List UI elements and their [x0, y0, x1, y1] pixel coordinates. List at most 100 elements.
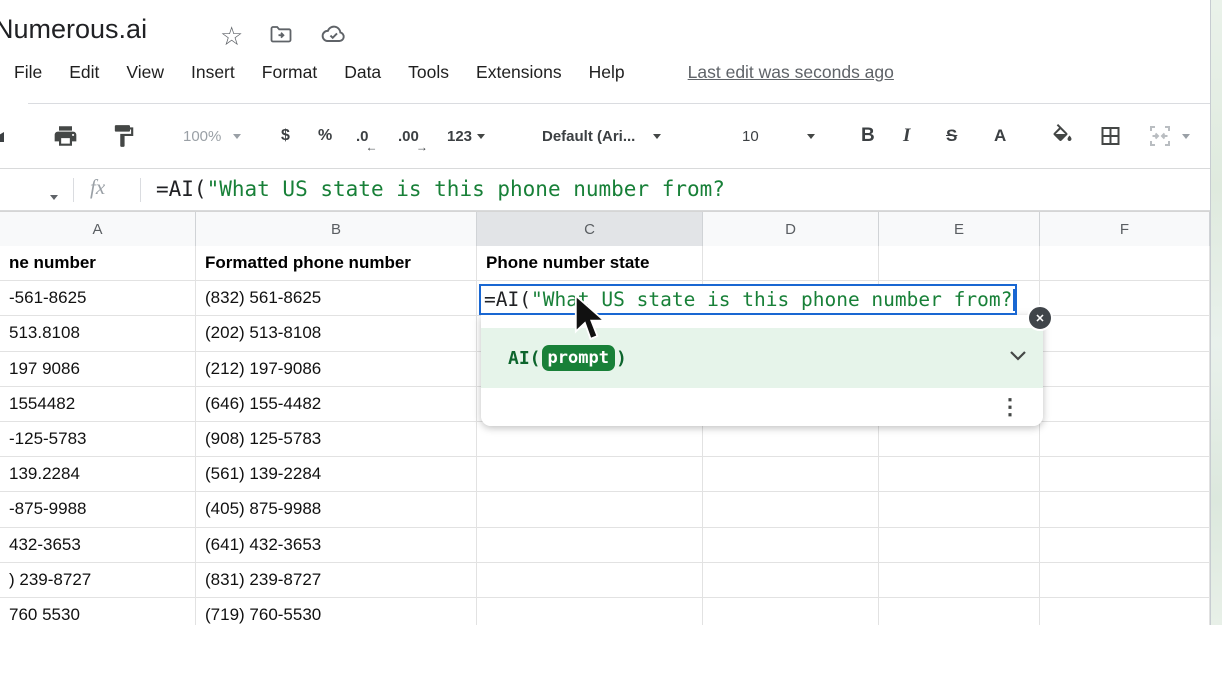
- cell[interactable]: (405) 875-9988: [196, 492, 477, 527]
- italic-button[interactable]: I: [903, 104, 910, 168]
- cell[interactable]: [1040, 528, 1210, 563]
- cell[interactable]: [477, 457, 703, 492]
- number-format-button[interactable]: 123: [447, 104, 485, 168]
- menu-data[interactable]: Data: [344, 62, 381, 83]
- cell[interactable]: ne number: [0, 246, 196, 281]
- cell[interactable]: 760 5530: [0, 598, 196, 625]
- increase-decimal-button[interactable]: .00→: [398, 104, 419, 168]
- paint-format-button[interactable]: [110, 104, 137, 168]
- column-header-e[interactable]: E: [879, 212, 1040, 247]
- cell[interactable]: [1040, 598, 1210, 625]
- cell[interactable]: [703, 457, 879, 492]
- cell[interactable]: [703, 598, 879, 625]
- bold-button[interactable]: B: [861, 104, 875, 168]
- cell[interactable]: [703, 528, 879, 563]
- menu-help[interactable]: Help: [589, 62, 625, 83]
- cell[interactable]: [1040, 246, 1210, 281]
- cell[interactable]: ) 239-8727: [0, 563, 196, 598]
- column-header-c[interactable]: C: [477, 212, 703, 247]
- menu-view[interactable]: View: [126, 62, 164, 83]
- zoom-select[interactable]: 100%: [183, 104, 241, 168]
- menu-extensions[interactable]: Extensions: [476, 62, 562, 83]
- cell[interactable]: [1040, 316, 1210, 351]
- close-icon[interactable]: ✕: [1027, 305, 1053, 331]
- column-header-f[interactable]: F: [1040, 212, 1210, 247]
- merge-cells-button[interactable]: [1148, 104, 1190, 168]
- column-header-b[interactable]: B: [196, 212, 477, 247]
- print-button[interactable]: [52, 104, 79, 168]
- cell[interactable]: [1040, 492, 1210, 527]
- cell[interactable]: [879, 598, 1040, 625]
- format-percent-button[interactable]: %: [318, 104, 332, 168]
- cell[interactable]: [1040, 387, 1210, 422]
- menu-tools[interactable]: Tools: [408, 62, 449, 83]
- cell[interactable]: [879, 492, 1040, 527]
- last-edit-link[interactable]: Last edit was seconds ago: [688, 62, 894, 83]
- cell[interactable]: (561) 139-2284: [196, 457, 477, 492]
- column-header-a[interactable]: A: [0, 212, 196, 247]
- cell[interactable]: 197 9086: [0, 352, 196, 387]
- cell[interactable]: 139.2284: [0, 457, 196, 492]
- cell[interactable]: [477, 563, 703, 598]
- cell[interactable]: [703, 246, 879, 281]
- format-currency-button[interactable]: $: [281, 104, 290, 168]
- cell[interactable]: (641) 432-3653: [196, 528, 477, 563]
- font-size-select[interactable]: 10: [742, 104, 815, 168]
- cell[interactable]: [879, 528, 1040, 563]
- cell[interactable]: (908) 125-5783: [196, 422, 477, 457]
- menu-format[interactable]: Format: [262, 62, 317, 83]
- cell[interactable]: -561-8625: [0, 281, 196, 316]
- cell[interactable]: [879, 563, 1040, 598]
- cell[interactable]: [477, 492, 703, 527]
- name-box-dropdown-icon[interactable]: [50, 187, 58, 205]
- cell[interactable]: [477, 598, 703, 625]
- cell[interactable]: [703, 492, 879, 527]
- cell[interactable]: (831) 239-8727: [196, 563, 477, 598]
- borders-button[interactable]: [1098, 104, 1123, 168]
- chevron-down-icon[interactable]: [1009, 349, 1027, 367]
- menu-edit[interactable]: Edit: [69, 62, 99, 83]
- menu-file[interactable]: File: [14, 62, 42, 83]
- cell[interactable]: 513.8108: [0, 316, 196, 351]
- cell[interactable]: [477, 422, 703, 457]
- formula-bar-input[interactable]: =AI("What US state is this phone number …: [156, 177, 725, 201]
- redo-icon[interactable]: [0, 104, 10, 168]
- more-options-icon[interactable]: ⋮: [999, 396, 1021, 418]
- font-select[interactable]: Default (Ari...: [542, 104, 661, 168]
- folder-move-icon[interactable]: [268, 23, 294, 50]
- formula-signature-row[interactable]: AI(prompt): [481, 328, 1043, 388]
- star-icon[interactable]: ☆: [220, 21, 243, 52]
- cell[interactable]: -125-5783: [0, 422, 196, 457]
- document-title[interactable]: Numerous.ai: [0, 14, 147, 45]
- cell[interactable]: (646) 155-4482: [196, 387, 477, 422]
- cell-editor[interactable]: =AI("What US state is this phone number …: [479, 284, 1017, 315]
- cell[interactable]: 1554482: [0, 387, 196, 422]
- cell[interactable]: [477, 528, 703, 563]
- cell[interactable]: [1040, 563, 1210, 598]
- cell[interactable]: [703, 422, 879, 457]
- text-color-button[interactable]: A: [994, 104, 1006, 168]
- app-window: Numerous.ai ☆ File Edit View Insert Form…: [0, 0, 1222, 684]
- strikethrough-button[interactable]: S: [946, 104, 957, 168]
- formula-bar[interactable]: fx =AI("What US state is this phone numb…: [0, 168, 1222, 211]
- menu-insert[interactable]: Insert: [191, 62, 235, 83]
- cell[interactable]: (202) 513-8108: [196, 316, 477, 351]
- decrease-decimal-button[interactable]: .0←: [356, 104, 369, 168]
- cell[interactable]: -875-9988: [0, 492, 196, 527]
- cell[interactable]: [1040, 281, 1210, 316]
- cell[interactable]: [1040, 352, 1210, 387]
- cell[interactable]: [703, 563, 879, 598]
- cell[interactable]: (212) 197-9086: [196, 352, 477, 387]
- cell[interactable]: 432-3653: [0, 528, 196, 563]
- cell[interactable]: [879, 246, 1040, 281]
- cell[interactable]: (719) 760-5530: [196, 598, 477, 625]
- cell[interactable]: Phone number state: [477, 246, 703, 281]
- cell[interactable]: [879, 457, 1040, 492]
- cell[interactable]: [1040, 457, 1210, 492]
- cell[interactable]: (832) 561-8625: [196, 281, 477, 316]
- fill-color-button[interactable]: [1050, 104, 1075, 168]
- cell[interactable]: [879, 422, 1040, 457]
- cell[interactable]: [1040, 422, 1210, 457]
- cell[interactable]: Formatted phone number: [196, 246, 477, 281]
- column-header-d[interactable]: D: [703, 212, 879, 247]
